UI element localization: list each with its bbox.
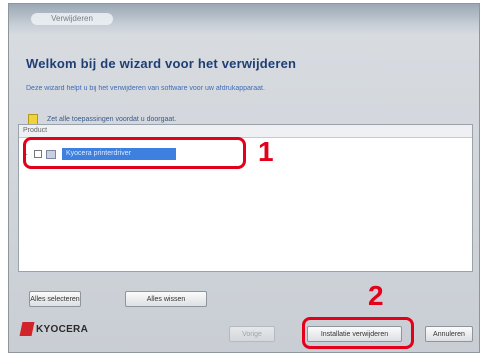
kyocera-logo-text: KYOCERA: [36, 323, 89, 335]
cancel-button[interactable]: Annuleren: [425, 326, 473, 342]
back-button[interactable]: Vorige: [229, 326, 275, 342]
select-all-button[interactable]: Alles selecteren: [29, 291, 81, 307]
kyocera-logo-mark: [19, 322, 35, 336]
kyocera-logo: KYOCERA: [19, 322, 89, 336]
highlight-box-1: [23, 137, 246, 169]
uninstall-wizard-window: Verwijderen Welkom bij de wizard voor he…: [8, 3, 480, 353]
callout-number-2: 2: [368, 280, 384, 311]
window-title: Verwijderen: [31, 13, 113, 25]
warning-text: Zet alle toepassingen voordat u doorgaat…: [47, 116, 177, 123]
wizard-description: Deze wizard helpt u bij het verwijderen …: [26, 85, 265, 92]
clear-all-button[interactable]: Alles wissen: [125, 291, 207, 307]
callout-number-1: 1: [258, 136, 274, 167]
title-bar: Verwijderen: [9, 4, 479, 36]
highlight-box-2: [302, 317, 414, 349]
wizard-heading: Welkom bij de wizard voor het verwijdere…: [26, 56, 297, 71]
